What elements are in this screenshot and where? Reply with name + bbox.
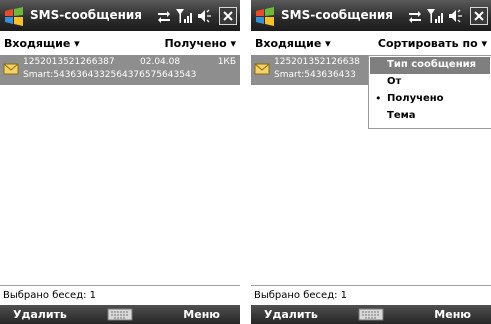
message-row[interactable]: 1252013521266387 02.04.08 1КБ Smart:5436… (0, 55, 240, 85)
message-sender: Smart:543636433 (274, 70, 356, 80)
windows-logo-icon[interactable] (3, 5, 25, 27)
envelope-icon (254, 63, 270, 75)
screen-left: SMS-сообщения Входящие ▾ Получено ▾ 1252… (0, 0, 240, 324)
app-title: SMS-сообщения (30, 8, 142, 22)
status-text: Выбрано бесед: 1 (254, 290, 348, 301)
title-bar: SMS-сообщения (0, 0, 240, 31)
softkey-bar: Удалить Меню (0, 305, 240, 324)
folder-dropdown[interactable]: Входящие ▾ (4, 37, 80, 50)
menu-item-from[interactable]: От (370, 74, 490, 91)
speaker-icon (449, 9, 462, 23)
message-date: 02.04.08 (140, 57, 181, 67)
delete-softkey[interactable]: Удалить (264, 308, 318, 321)
status-text: Выбрано бесед: 1 (3, 290, 97, 301)
bullet-icon: • (375, 92, 382, 105)
delete-softkey[interactable]: Удалить (13, 308, 67, 321)
menu-item-subject[interactable]: Тема (370, 108, 490, 125)
status-bar: Выбрано бесед: 1 (0, 285, 240, 305)
signal-icon (427, 9, 443, 23)
status-icons (158, 9, 211, 23)
message-size: 1КБ (217, 57, 236, 67)
menu-softkey[interactable]: Меню (434, 308, 471, 321)
menu-softkey[interactable]: Меню (183, 308, 220, 321)
menu-item-received[interactable]: • Получено (370, 91, 490, 108)
screen-right: SMS-сообщения Входящие ▾ Сортировать по … (251, 0, 491, 324)
arrows-icon (158, 11, 170, 23)
status-icons (409, 9, 462, 23)
message-sender: Smart:5436364332564376575643543 (23, 70, 197, 80)
softkey-bar: Удалить Меню (251, 305, 491, 324)
close-icon (223, 11, 233, 21)
toolbar: Входящие ▾ Получено ▾ (0, 33, 240, 55)
sort-menu: Тип сообщения От • Получено Тема (368, 55, 491, 129)
close-button[interactable] (470, 7, 488, 25)
app-title: SMS-сообщения (281, 8, 393, 22)
close-icon (474, 11, 484, 21)
sort-dropdown[interactable]: Получено ▾ (164, 37, 236, 50)
message-number: 125201352126638 (274, 57, 360, 67)
toolbar: Входящие ▾ Сортировать по ▾ (251, 33, 491, 55)
envelope-icon (3, 63, 19, 75)
sort-dropdown[interactable]: Сортировать по ▾ (378, 37, 487, 50)
signal-icon (176, 9, 192, 23)
keyboard-icon[interactable] (107, 308, 133, 321)
folder-dropdown[interactable]: Входящие ▾ (255, 37, 331, 50)
menu-item-message-type[interactable]: Тип сообщения (370, 57, 490, 74)
message-number: 1252013521266387 (23, 57, 115, 67)
speaker-icon (198, 9, 211, 23)
status-bar: Выбрано бесед: 1 (251, 285, 491, 305)
arrows-icon (409, 11, 421, 23)
windows-logo-icon[interactable] (254, 5, 276, 27)
close-button[interactable] (219, 7, 237, 25)
title-bar: SMS-сообщения (251, 0, 491, 31)
keyboard-icon[interactable] (358, 308, 384, 321)
